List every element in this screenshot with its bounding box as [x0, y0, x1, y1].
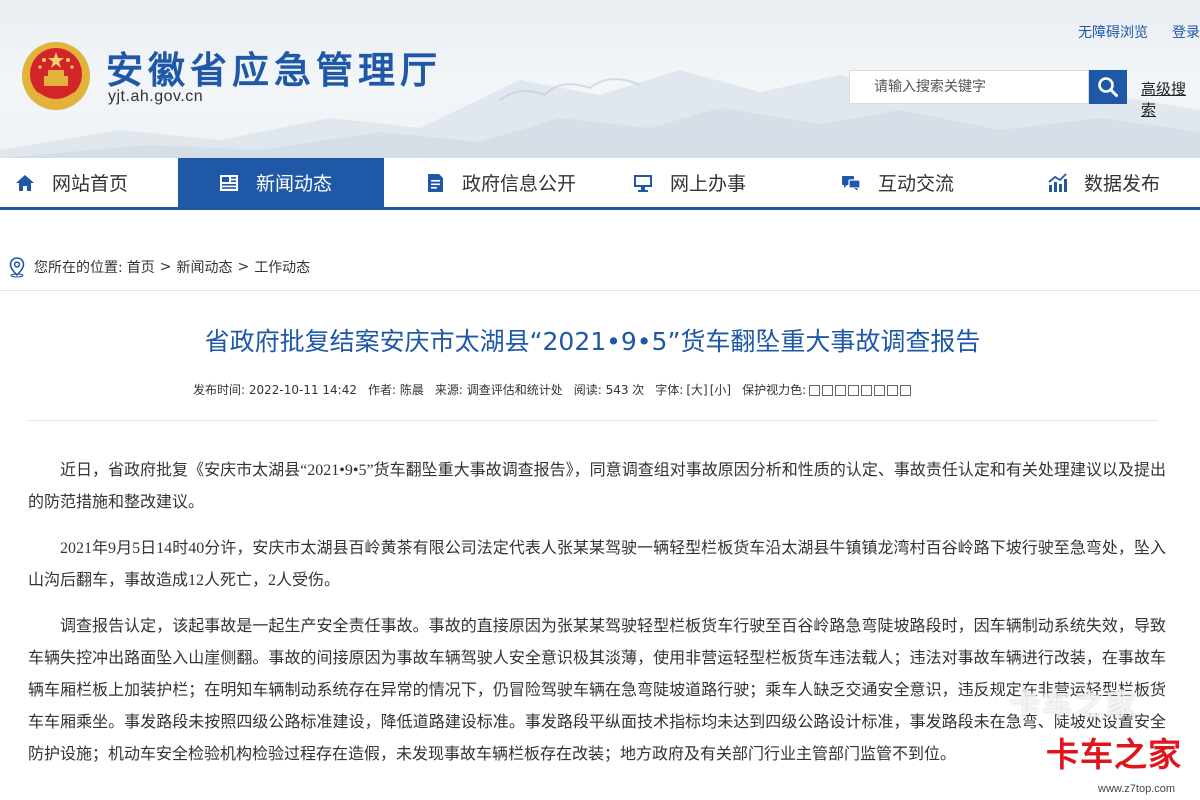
eye-care-swatches: [809, 383, 913, 397]
login-link[interactable]: 登录: [1172, 25, 1200, 41]
search-input[interactable]: [850, 71, 1088, 103]
watermark-logo-faint: 卡车之家: [1010, 688, 1138, 723]
search-button[interactable]: [1089, 70, 1127, 104]
font-large-button[interactable]: [大]: [686, 381, 707, 398]
nav-label: 互动交流: [878, 173, 955, 195]
article-paragraph: 2021年9月5日14时40分许，安庆市太湖县百岭黄茶有限公司法定代表人张某某驾…: [28, 540, 1166, 589]
news-icon: [218, 172, 240, 194]
chat-icon: [840, 172, 862, 194]
breadcrumb-prefix: 您所在的位置:: [34, 260, 123, 276]
breadcrumb: 您所在的位置: 首页 > 新闻动态 > 工作动态: [6, 256, 310, 278]
search-icon: [1098, 77, 1118, 97]
eye-care-swatch[interactable]: [835, 384, 847, 396]
divider: [0, 290, 1200, 291]
author: 作者: 陈晨: [368, 383, 424, 397]
eye-care-swatch[interactable]: [822, 384, 834, 396]
watermark-url: www.z7top.com: [1098, 783, 1176, 795]
article-title: 省政府批复结案安庆市太湖县“2021•9•5”货车翻坠重大事故调查报告: [204, 327, 981, 356]
nav-label: 数据发布: [1084, 173, 1161, 195]
search-box: [849, 70, 1089, 104]
nav-item-gov-info[interactable]: 政府信息公开: [424, 158, 614, 207]
publish-time: 发布时间: 2022-10-11 14:42: [193, 383, 357, 397]
eye-care-swatch[interactable]: [861, 384, 873, 396]
article-paragraph: 近日，省政府批复《安庆市太湖县“2021•9•5”货车翻坠重大事故调查报告》，同…: [28, 462, 1166, 511]
eye-care-swatch[interactable]: [848, 384, 860, 396]
national-emblem-icon: [22, 42, 90, 110]
nav-item-interaction[interactable]: 互动交流: [840, 158, 1010, 207]
nav-label: 新闻动态: [256, 173, 333, 195]
watermark-logo: 卡车之家: [1046, 735, 1182, 774]
nav-label: 政府信息公开: [462, 173, 577, 195]
breadcrumb-news[interactable]: 新闻动态: [176, 257, 232, 277]
home-icon: [14, 172, 36, 194]
eye-care-swatch[interactable]: [809, 384, 821, 396]
main-nav: 网站首页 新闻动态 政府信息公开 网上办事 互动交流 数据发布: [0, 158, 1200, 210]
breadcrumb-separator: >: [159, 259, 172, 275]
nav-item-online-service[interactable]: 网上办事: [632, 158, 802, 207]
source: 来源: 调查评估和统计处: [434, 383, 563, 397]
breadcrumb-separator: >: [237, 259, 250, 275]
monitor-icon: [632, 172, 654, 194]
nav-item-data-release[interactable]: 数据发布: [1046, 158, 1200, 207]
article-meta: 发布时间: 2022-10-11 14:42 作者: 陈晨 来源: 调查评估和统…: [193, 381, 913, 398]
site-domain: yjt.ah.gov.cn: [108, 88, 204, 105]
site-name: 安徽省应急管理厅: [106, 49, 442, 92]
eye-care-swatch[interactable]: [887, 384, 899, 396]
advanced-search-link[interactable]: 高级搜索: [1141, 78, 1200, 120]
accessibility-link[interactable]: 无障碍浏览: [1078, 25, 1148, 41]
site-header: 安徽省应急管理厅 yjt.ah.gov.cn 无障碍浏览 登录 高级搜索: [0, 0, 1200, 160]
chart-icon: [1046, 172, 1068, 194]
eye-care-swatch[interactable]: [874, 384, 886, 396]
article-body: 近日，省政府批复《安庆市太湖县“2021•9•5”货车翻坠重大事故调查报告》，同…: [28, 455, 1166, 785]
document-icon: [424, 172, 446, 194]
top-links: 无障碍浏览 登录: [1054, 22, 1200, 42]
breadcrumb-work-news[interactable]: 工作动态: [254, 257, 310, 277]
font-size-label: 字体:: [655, 383, 684, 397]
article-paragraph: 调查报告认定，该起事故是一起生产安全责任事故。事故的直接原因为张某某驾驶轻型栏板…: [28, 618, 1166, 763]
eye-care-swatch[interactable]: [900, 384, 912, 396]
view-count: 阅读: 543 次: [573, 383, 645, 397]
nav-label: 网上办事: [670, 173, 747, 195]
divider: [28, 420, 1158, 421]
nav-item-news[interactable]: 新闻动态: [178, 158, 384, 207]
location-pin-icon: [9, 257, 25, 278]
breadcrumb-home[interactable]: 首页: [127, 257, 155, 277]
font-small-button[interactable]: [小]: [710, 381, 731, 398]
nav-item-home[interactable]: 网站首页: [0, 158, 176, 207]
nav-label: 网站首页: [52, 173, 129, 195]
eye-care-label: 保护视力色:: [742, 383, 807, 397]
